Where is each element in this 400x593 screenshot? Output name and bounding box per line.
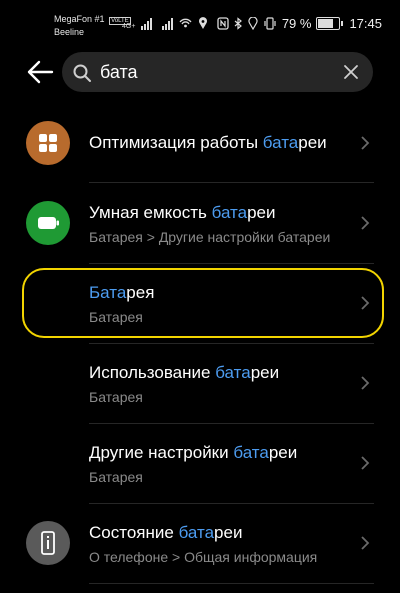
result-subtitle: Батарея bbox=[89, 389, 143, 405]
carrier-name-secondary: Beeline bbox=[54, 27, 85, 37]
vibrate-icon bbox=[264, 17, 276, 30]
result-title: Состояние батареи bbox=[89, 523, 243, 542]
chevron-right-icon bbox=[361, 376, 370, 390]
battery-percent: 79 % bbox=[281, 16, 312, 31]
result-item-battery-status[interactable]: Состояние батареи О телефоне > Общая инф… bbox=[0, 503, 400, 583]
back-arrow-icon[interactable] bbox=[26, 58, 54, 86]
location-pin-icon bbox=[199, 17, 208, 29]
battery-icon bbox=[316, 17, 344, 30]
result-item-smart-capacity[interactable]: Умная емкость батареи Батарея > Другие н… bbox=[0, 183, 400, 263]
result-item-battery[interactable]: Батарея Батарея bbox=[0, 263, 400, 343]
result-title: Использование батареи bbox=[89, 363, 280, 382]
search-input[interactable]: бата bbox=[100, 62, 138, 83]
phone-info-icon bbox=[26, 521, 70, 565]
bluetooth-icon bbox=[234, 17, 242, 30]
chevron-right-icon bbox=[361, 456, 370, 470]
result-item-battery-usage[interactable]: Использование батареи Батарея bbox=[0, 343, 400, 423]
status-right-icons: 79 % 17:45 bbox=[217, 16, 382, 31]
carrier-name-primary: MegaFon #1 bbox=[54, 14, 105, 24]
result-subtitle: Батарея bbox=[89, 469, 143, 485]
result-title: Оптимизация работы батареи bbox=[89, 133, 327, 152]
result-subtitle: О телефоне > Общая информация bbox=[89, 549, 318, 565]
result-title: Другие настройки батареи bbox=[89, 443, 298, 462]
hotspot-icon bbox=[179, 18, 192, 28]
signal-strength-2-icon bbox=[162, 18, 174, 30]
chevron-right-icon bbox=[361, 136, 370, 150]
result-subtitle: Батарея bbox=[89, 309, 143, 325]
network-type-badge: 4G+ bbox=[122, 23, 136, 30]
chevron-right-icon bbox=[361, 216, 370, 230]
chevron-right-icon bbox=[361, 536, 370, 550]
clear-search-icon[interactable] bbox=[343, 64, 359, 80]
divider bbox=[89, 583, 374, 584]
battery-icon bbox=[26, 201, 70, 245]
result-title: Батарея bbox=[89, 283, 155, 302]
search-bar[interactable]: бата bbox=[62, 52, 373, 92]
carrier-primary: MegaFon #1 VoLTE bbox=[54, 14, 131, 25]
signal-icons: 4G+ bbox=[122, 14, 208, 30]
signal-strength-icon bbox=[141, 18, 153, 30]
result-item-other-battery-settings[interactable]: Другие настройки батареи Батарея bbox=[0, 423, 400, 503]
search-icon bbox=[73, 64, 91, 82]
result-title: Умная емкость батареи bbox=[89, 203, 276, 222]
result-item-battery-optimization[interactable]: Оптимизация работы батареи bbox=[0, 103, 400, 183]
location-icon bbox=[248, 17, 258, 30]
grid-icon bbox=[26, 121, 70, 165]
nfc-icon bbox=[217, 17, 229, 30]
status-bar: MegaFon #1 VoLTE Beeline 4G+ 79 % 17:45 bbox=[0, 0, 400, 44]
chevron-right-icon bbox=[361, 296, 370, 310]
result-subtitle: Батарея > Другие настройки батареи bbox=[89, 229, 331, 245]
clock: 17:45 bbox=[349, 16, 382, 31]
